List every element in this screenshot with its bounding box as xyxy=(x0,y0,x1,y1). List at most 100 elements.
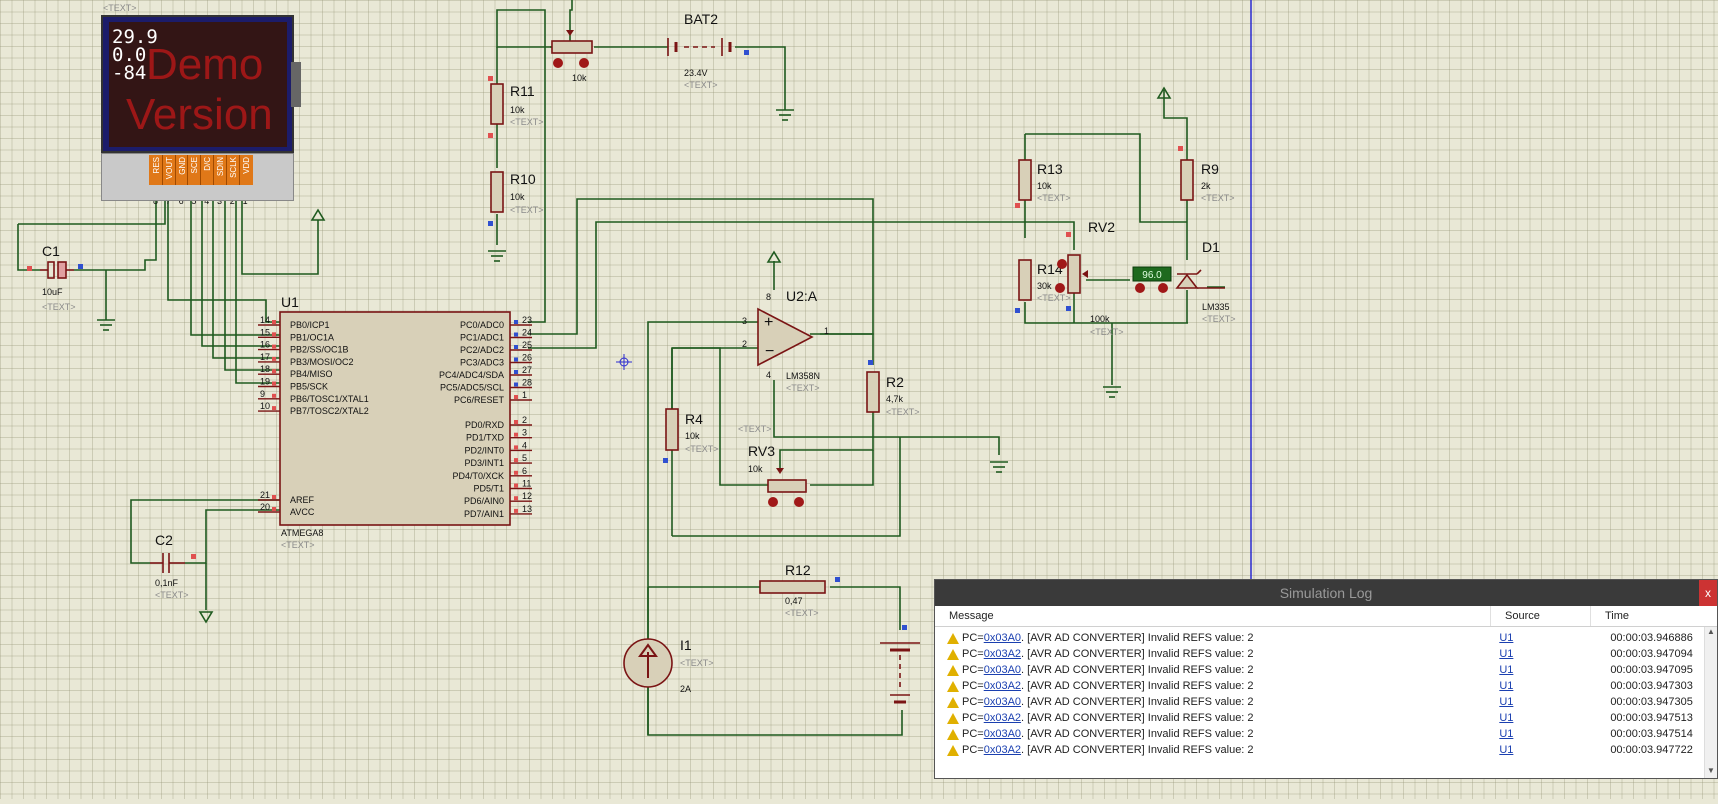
log-address-link[interactable]: 0x03A2 xyxy=(984,712,1021,724)
close-button[interactable]: x xyxy=(1699,580,1717,606)
log-time: 00:00:03.947513 xyxy=(1610,712,1693,724)
pin-number: 17 xyxy=(260,352,270,362)
u1-ref: U1 xyxy=(281,294,299,310)
pin-number: 21 xyxy=(260,490,270,500)
resistor-r13[interactable]: R13 10k <TEXT> xyxy=(1015,159,1071,208)
log-pc-prefix: PC= xyxy=(962,632,984,644)
lcd-pin-label: SCE xyxy=(190,157,200,174)
r13-text: <TEXT> xyxy=(1037,193,1071,203)
log-row[interactable]: PC= 0x03A0. [AVR AD CONVERTER] Invalid RE… xyxy=(935,630,1717,646)
pot-top-value: 10k xyxy=(572,73,587,83)
log-source-link[interactable]: U1 xyxy=(1499,664,1513,676)
log-pc-prefix: PC= xyxy=(962,680,984,692)
r2-ref: R2 xyxy=(886,374,904,390)
bat2-text: <TEXT> xyxy=(684,80,718,90)
log-row[interactable]: PC= 0x03A2. [AVR AD CONVERTER] Invalid RE… xyxy=(935,710,1717,726)
resistor-r2[interactable]: R2 4,7k <TEXT> xyxy=(866,371,920,417)
log-source-link[interactable]: U1 xyxy=(1499,728,1513,740)
lcd-watermark-line2: Version xyxy=(126,90,273,139)
simulation-log-header: Message Source Time xyxy=(935,606,1717,627)
pin-number: 2 xyxy=(522,415,527,425)
log-address-link[interactable]: 0x03A0 xyxy=(984,728,1021,740)
potentiometer-top[interactable]: 10k xyxy=(551,30,593,83)
log-message: PC= 0x03A0. [AVR AD CONVERTER] Invalid RE… xyxy=(935,696,1485,708)
r10-text: <TEXT> xyxy=(510,205,544,215)
battery-lower[interactable] xyxy=(880,625,920,704)
log-row[interactable]: PC= 0x03A0. [AVR AD CONVERTER] Invalid RE… xyxy=(935,726,1717,742)
log-source-link[interactable]: U1 xyxy=(1499,696,1513,708)
pin-name: PC0/ADC0 xyxy=(460,320,504,330)
resistor-r12[interactable]: R12 0,47 <TEXT> xyxy=(759,562,840,618)
log-message-text: . [AVR AD CONVERTER] Invalid REFS value:… xyxy=(1021,728,1254,740)
c1-text: <TEXT> xyxy=(42,302,76,312)
pin-number: 13 xyxy=(522,504,532,514)
log-source-link[interactable]: U1 xyxy=(1499,744,1513,756)
pin-number: 15 xyxy=(260,327,270,337)
capacitor-c1[interactable]: C1 10uF <TEXT> xyxy=(27,243,83,312)
pin-name: PB0/ICP1 xyxy=(290,320,330,330)
scroll-up-icon[interactable]: ▲ xyxy=(1705,627,1717,639)
vertical-scrollbar[interactable]: ▲ ▼ xyxy=(1704,627,1717,778)
log-row[interactable]: PC= 0x03A2. [AVR AD CONVERTER] Invalid RE… xyxy=(935,742,1717,758)
pin-number: 27 xyxy=(522,365,532,375)
log-message-text: . [AVR AD CONVERTER] Invalid REFS value:… xyxy=(1021,696,1254,708)
sensor-d1[interactable]: D1 LM335 <TEXT> 96.0 xyxy=(1132,239,1236,324)
simulation-log-window[interactable]: Simulation Log x Message Source Time PC=… xyxy=(934,579,1718,779)
log-row[interactable]: PC= 0x03A2. [AVR AD CONVERTER] Invalid RE… xyxy=(935,646,1717,662)
r14-value: 30k xyxy=(1037,281,1052,291)
log-message-text: . [AVR AD CONVERTER] Invalid REFS value:… xyxy=(1021,680,1254,692)
lcd-pin-label: RES xyxy=(152,157,161,174)
column-header-time[interactable]: Time xyxy=(1590,606,1700,626)
current-source-i1[interactable]: I1 <TEXT> 2A xyxy=(623,637,714,694)
log-row[interactable]: PC= 0x03A0. [AVR AD CONVERTER] Invalid RE… xyxy=(935,694,1717,710)
pin-name: PC4/ADC4/SDA xyxy=(439,370,504,380)
log-time: 00:00:03.947722 xyxy=(1610,744,1693,756)
capacitor-c2[interactable]: C2 0,1nF <TEXT> xyxy=(150,532,196,600)
potentiometer-rv2[interactable]: RV2 100k <TEXT> xyxy=(1055,219,1124,337)
lcd-display[interactable]: Demo Version 29.9 0.0 -84 RES VOUT GND SCE D… xyxy=(101,15,301,201)
pin-name: PB4/MISO xyxy=(290,369,333,379)
pin-name: PD6/AIN0 xyxy=(464,496,504,506)
pin-number: 20 xyxy=(260,502,270,512)
r9-ref: R9 xyxy=(1201,161,1219,177)
scroll-down-icon[interactable]: ▼ xyxy=(1705,766,1717,778)
r4-ref: R4 xyxy=(685,411,703,427)
log-source-link[interactable]: U1 xyxy=(1499,680,1513,692)
pin-name: PD4/T0/XCK xyxy=(452,471,504,481)
r4-text: <TEXT> xyxy=(685,444,719,454)
microcontroller-u1[interactable]: U1 ATMEGA8 <TEXT> 14 PB0/ICP115 PB1/OC1A16… xyxy=(258,294,532,550)
ground-symbol xyxy=(1103,386,1121,398)
pin-name: AREF xyxy=(290,495,315,505)
column-header-source[interactable]: Source xyxy=(1490,606,1590,626)
pin-name: PD7/AIN1 xyxy=(464,509,504,519)
log-address-link[interactable]: 0x03A0 xyxy=(984,696,1021,708)
opamp-u2a[interactable]: + − 3 2 1 8 4 U2:A LM358N <TEXT> xyxy=(742,288,873,393)
log-address-link[interactable]: 0x03A0 xyxy=(984,664,1021,676)
simulation-log-titlebar[interactable]: Simulation Log x xyxy=(935,580,1717,606)
r11-text: <TEXT> xyxy=(510,117,544,127)
log-address-link[interactable]: 0x03A2 xyxy=(984,680,1021,692)
pin-name: PB1/OC1A xyxy=(290,332,334,342)
log-address-link[interactable]: 0x03A2 xyxy=(984,744,1021,756)
log-source-link[interactable]: U1 xyxy=(1499,632,1513,644)
log-source-link[interactable]: U1 xyxy=(1499,712,1513,724)
column-header-message[interactable]: Message xyxy=(935,606,1490,626)
pin-number: 9 xyxy=(260,389,265,399)
rv3-ref: RV3 xyxy=(748,443,775,459)
lcd-pin-label: VOUT xyxy=(164,157,174,180)
r4-value: 10k xyxy=(685,431,700,441)
simulation-log-title: Simulation Log xyxy=(1279,585,1373,601)
pin-number: 23 xyxy=(522,315,532,325)
pin-number: 6 xyxy=(522,466,527,476)
log-source-link[interactable]: U1 xyxy=(1499,648,1513,660)
pin-number: 26 xyxy=(522,353,532,363)
log-row[interactable]: PC= 0x03A2. [AVR AD CONVERTER] Invalid RE… xyxy=(935,678,1717,694)
log-address-link[interactable]: 0x03A2 xyxy=(984,648,1021,660)
log-row[interactable]: PC= 0x03A0. [AVR AD CONVERTER] Invalid RE… xyxy=(935,662,1717,678)
svg-text:1: 1 xyxy=(824,326,829,336)
log-pc-prefix: PC= xyxy=(962,664,984,676)
pin-name: PC6/RESET xyxy=(454,395,505,405)
log-address-link[interactable]: 0x03A0 xyxy=(984,632,1021,644)
battery-bat2[interactable]: BAT2 23.4V <TEXT> xyxy=(667,11,749,90)
pin-number: 4 xyxy=(522,440,527,450)
